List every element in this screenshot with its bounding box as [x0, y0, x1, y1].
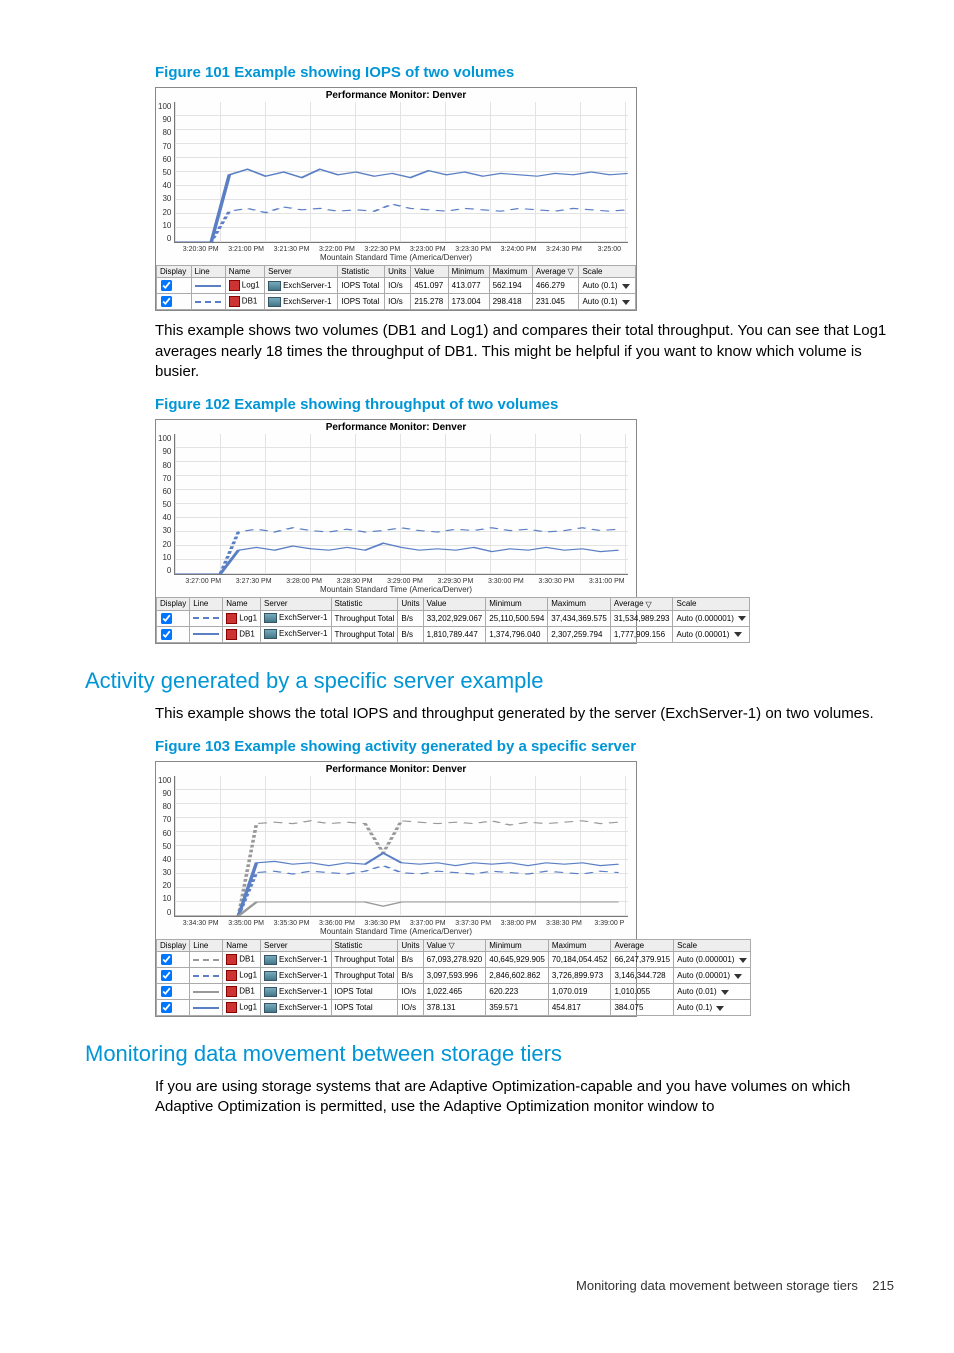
plot-area: [174, 776, 628, 917]
paragraph-1: This example shows two volumes (DB1 and …: [155, 321, 894, 382]
volume-icon: [226, 613, 237, 624]
server-icon: [268, 281, 281, 291]
table-row: DB1ExchServer-1IOPS TotalIO/s1,022.46562…: [157, 984, 751, 1000]
line-swatch: [193, 975, 219, 977]
dropdown-icon[interactable]: [739, 958, 747, 963]
volume-icon: [226, 954, 237, 965]
figure-102-chart: Performance Monitor: Denver 100908070605…: [155, 419, 637, 643]
display-checkbox[interactable]: [161, 613, 172, 624]
chart-title: Performance Monitor: Denver: [156, 762, 636, 776]
paragraph-2: This example shows the total IOPS and th…: [155, 704, 894, 724]
x-axis: 3:27:00 PM3:27:30 PM3:28:00 PM3:28:30 PM…: [156, 576, 636, 585]
dropdown-icon[interactable]: [721, 990, 729, 995]
x-axis: 3:34:30 PM3:35:00 PM3:35:30 PM3:36:00 PM…: [156, 918, 636, 927]
figure-101-chart: Performance Monitor: Denver 100908070605…: [155, 87, 637, 311]
line-swatch: [193, 633, 219, 635]
display-checkbox[interactable]: [161, 296, 172, 307]
dropdown-icon[interactable]: [622, 284, 630, 289]
x-axis-label: Mountain Standard Time (America/Denver): [156, 253, 636, 265]
server-icon: [264, 955, 277, 965]
legend-table-103: DisplayLineName ServerStatisticUnits Val…: [156, 939, 751, 1016]
legend-header-row: DisplayLineName ServerStatisticUnits Val…: [157, 598, 750, 610]
x-axis-label: Mountain Standard Time (America/Denver): [156, 927, 636, 939]
dropdown-icon[interactable]: [622, 300, 630, 305]
table-row: Log1ExchServer-1IOPS TotalIO/s378.131359…: [157, 1000, 751, 1016]
page-number: 215: [872, 1278, 894, 1293]
volume-icon: [226, 629, 237, 640]
sort-icon[interactable]: ▽: [568, 267, 574, 276]
volume-icon: [226, 970, 237, 981]
dropdown-icon[interactable]: [734, 632, 742, 637]
y-axis: 1009080706050403020100: [158, 102, 174, 243]
table-row: DB1ExchServer-1IOPS TotalIO/s215.278173.…: [157, 294, 636, 310]
volume-icon: [229, 296, 240, 307]
paragraph-3: If you are using storage systems that ar…: [155, 1077, 894, 1118]
table-row: DB1ExchServer-1Throughput TotalB/s1,810,…: [157, 626, 750, 642]
sort-icon[interactable]: ▽: [449, 941, 455, 950]
line-swatch: [195, 301, 221, 303]
volume-icon: [226, 1002, 237, 1013]
chart-title: Performance Monitor: Denver: [156, 420, 636, 434]
server-icon: [264, 629, 277, 639]
chart-title: Performance Monitor: Denver: [156, 88, 636, 102]
dropdown-icon[interactable]: [716, 1006, 724, 1011]
table-row: Log1ExchServer-1IOPS TotalIO/s451.097413…: [157, 278, 636, 294]
legend-header-row: DisplayLineName ServerStatisticUnits Val…: [157, 939, 751, 951]
section-heading-monitoring: Monitoring data movement between storage…: [85, 1041, 894, 1067]
display-checkbox[interactable]: [161, 1002, 172, 1013]
x-axis: 3:20:30 PM3:21:00 PM3:21:30 PM3:22:00 PM…: [156, 244, 636, 253]
section-heading-activity: Activity generated by a specific server …: [85, 668, 894, 694]
figure-103-chart: Performance Monitor: Denver 100908070605…: [155, 761, 637, 1017]
footer-text: Monitoring data movement between storage…: [576, 1278, 858, 1293]
server-icon: [264, 971, 277, 981]
legend-header-row: DisplayLineName ServerStatisticUnits Val…: [157, 266, 636, 278]
line-swatch: [193, 617, 219, 619]
display-checkbox[interactable]: [161, 986, 172, 997]
dropdown-icon[interactable]: [738, 616, 746, 621]
line-swatch: [193, 959, 219, 961]
line-swatch: [195, 285, 221, 287]
legend-table-102: DisplayLineName ServerStatisticUnits Val…: [156, 597, 750, 642]
page-footer: Monitoring data movement between storage…: [105, 1278, 894, 1293]
display-checkbox[interactable]: [161, 280, 172, 291]
plot-area: [174, 434, 628, 575]
plot-area: [174, 102, 628, 243]
legend-body-102: Log1ExchServer-1Throughput TotalB/s33,20…: [157, 610, 750, 642]
server-icon: [264, 987, 277, 997]
figure-102-caption: Figure 102 Example showing throughput of…: [155, 396, 894, 413]
figure-103-caption: Figure 103 Example showing activity gene…: [155, 738, 894, 755]
table-row: Log1ExchServer-1Throughput TotalB/s3,097…: [157, 968, 751, 984]
line-swatch: [193, 991, 219, 993]
figure-101-caption: Figure 101 Example showing IOPS of two v…: [155, 64, 894, 81]
table-row: Log1ExchServer-1Throughput TotalB/s33,20…: [157, 610, 750, 626]
server-icon: [264, 1003, 277, 1013]
sort-icon[interactable]: ▽: [646, 600, 652, 609]
volume-icon: [229, 280, 240, 291]
server-icon: [268, 297, 281, 307]
display-checkbox[interactable]: [161, 629, 172, 640]
display-checkbox[interactable]: [161, 954, 172, 965]
y-axis: 1009080706050403020100: [158, 434, 174, 575]
x-axis-label: Mountain Standard Time (America/Denver): [156, 585, 636, 597]
volume-icon: [226, 986, 237, 997]
dropdown-icon[interactable]: [734, 974, 742, 979]
y-axis: 1009080706050403020100: [158, 776, 174, 917]
legend-body-103: DB1ExchServer-1Throughput TotalB/s67,093…: [157, 952, 751, 1016]
server-icon: [264, 613, 277, 623]
line-swatch: [193, 1007, 219, 1009]
table-row: DB1ExchServer-1Throughput TotalB/s67,093…: [157, 952, 751, 968]
legend-body-101: Log1ExchServer-1IOPS TotalIO/s451.097413…: [157, 278, 636, 310]
legend-table-101: DisplayLineName ServerStatisticUnits Val…: [156, 265, 636, 310]
display-checkbox[interactable]: [161, 970, 172, 981]
